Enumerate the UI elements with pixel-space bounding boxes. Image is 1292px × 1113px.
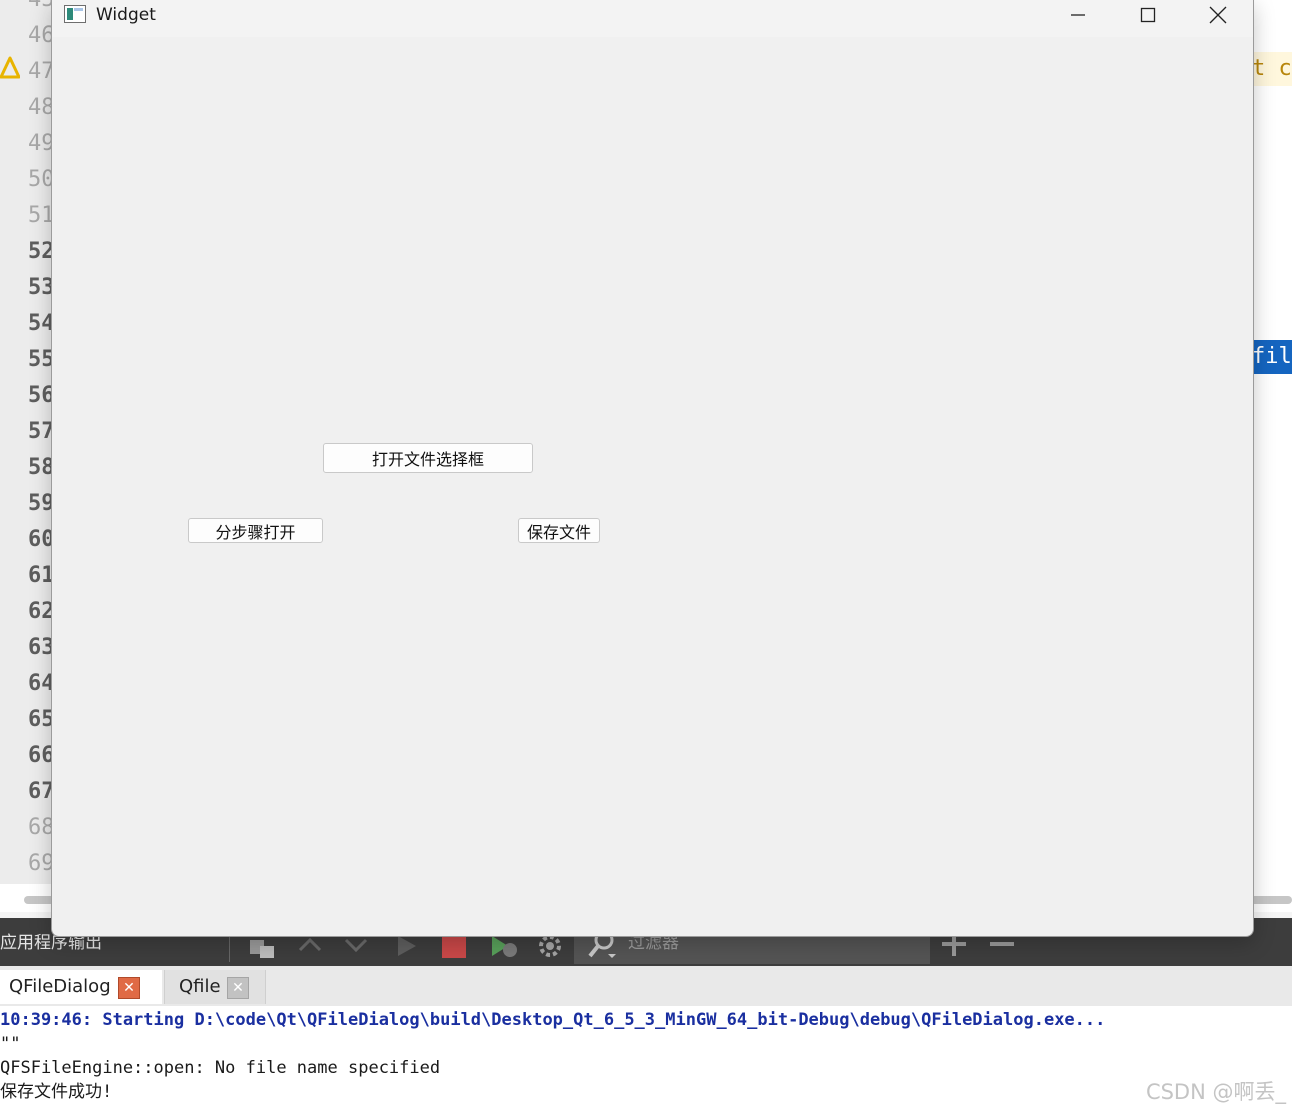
close-icon[interactable]: ✕ [118,977,140,999]
warning-triangle-icon [0,56,20,79]
maximize-icon [1140,7,1156,23]
window-titlebar[interactable]: Widget [52,0,1253,37]
output-line: QFSFileEngine::open: No file name specif… [0,1058,441,1078]
tab-qfiledialog[interactable]: QFileDialog ✕ [0,970,162,1004]
tab-qfile[interactable]: Qfile ✕ [164,970,266,1004]
save-file-button[interactable]: 保存文件 [518,518,600,543]
output-line: 保存文件成功! [0,1082,113,1102]
watermark: CSDN @啊丢_ [1145,1080,1286,1104]
minimize-button[interactable] [1043,0,1113,30]
app-window-icon [64,5,86,23]
step-open-button[interactable]: 分步骤打开 [188,518,323,543]
output-line: "" [0,1034,21,1054]
output-line: 10:39:46: Starting D:\code\Qt\QFileDialo… [0,1010,1106,1030]
window-title: Widget [96,5,156,25]
widget-window: Widget 打开文件选择框 分步骤打开 保存文件 [51,0,1254,937]
application-output[interactable]: 10:39:46: Starting D:\code\Qt\QFileDialo… [0,1006,1292,1113]
selected-code-fragment: fil [1252,340,1292,374]
line-number-gutter: 45 4647484950515253545556575859606162636… [0,0,55,884]
close-icon [1209,6,1227,24]
window-close-button[interactable] [1183,0,1253,30]
close-icon[interactable]: ✕ [227,977,249,999]
tab-label: Qfile [179,976,221,997]
open-file-dialog-button[interactable]: 打开文件选择框 [323,443,533,473]
minimize-icon [1071,14,1085,16]
tab-label: QFileDialog [9,976,111,997]
code-fragment: t c [1252,52,1292,86]
maximize-button[interactable] [1113,0,1183,30]
